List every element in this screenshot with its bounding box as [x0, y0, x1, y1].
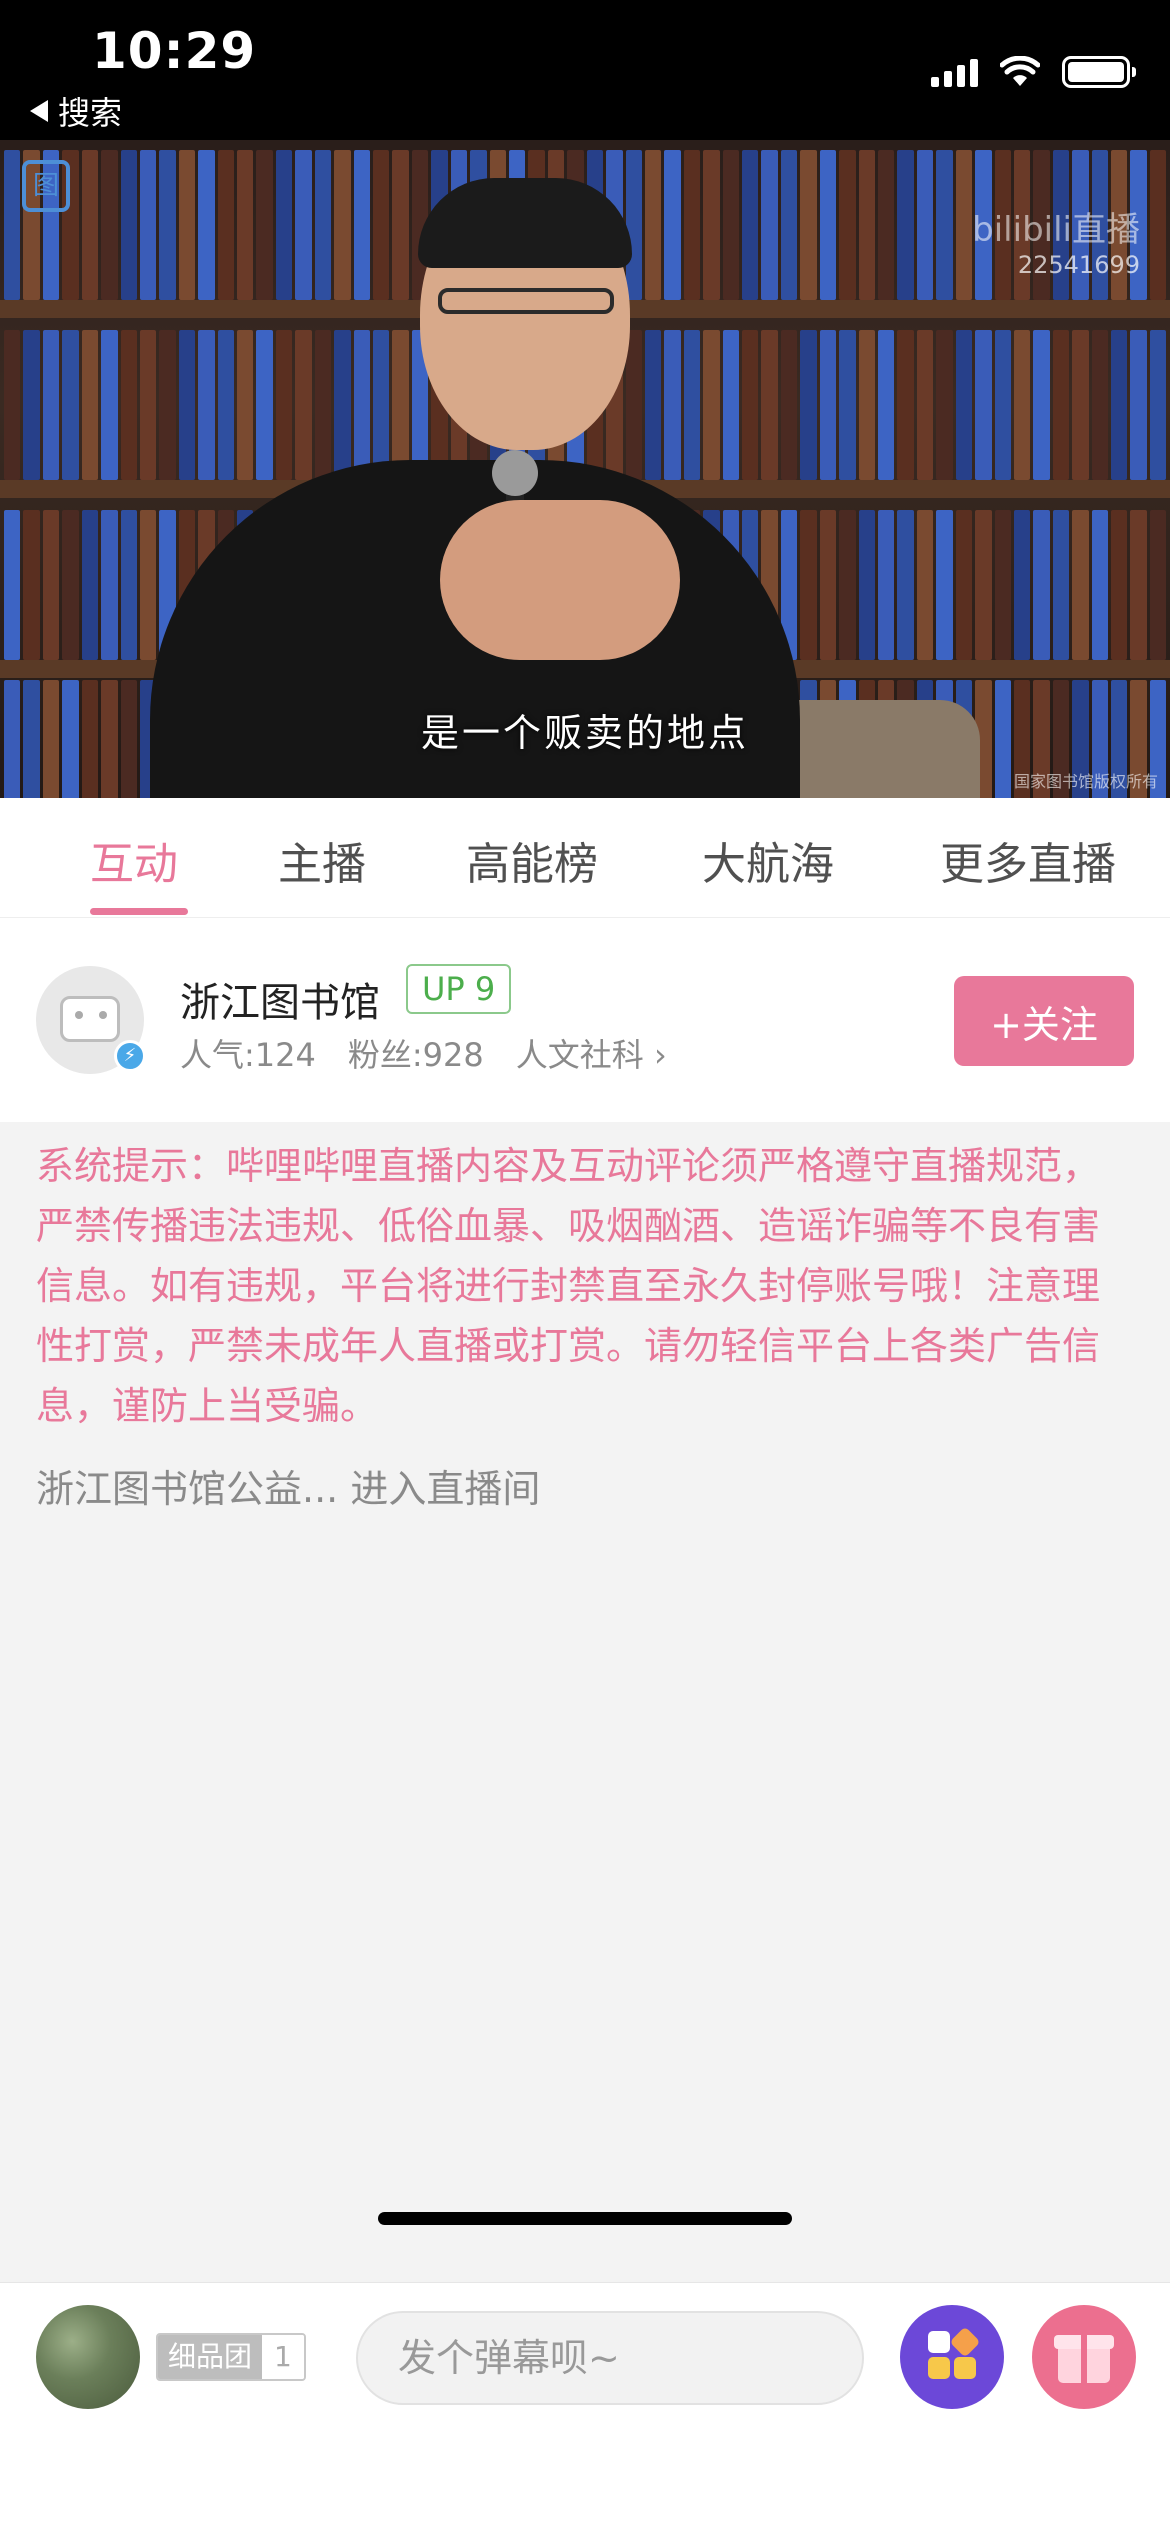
fan-medal-badge[interactable]: 细品团 1 — [156, 2333, 306, 2381]
fans-count: 粉丝:928 — [347, 1036, 484, 1074]
user-avatar[interactable] — [36, 2305, 140, 2409]
streamer-avatar[interactable]: ⚡ — [36, 966, 146, 1074]
chat-area[interactable]: 系统提示：哔哩哔哩直播内容及互动评论须严格遵守直播规范，严禁传播违法违规、低俗血… — [0, 1122, 1170, 2282]
tab-leaderboard[interactable]: 高能榜 — [466, 828, 598, 892]
streamer-name[interactable]: 浙江图书馆 — [180, 970, 380, 1028]
bilibili-live-watermark: bilibili直播 22541699 — [972, 202, 1140, 279]
live-video-player[interactable]: 图 bilibili直播 22541699 是一个贩卖的地点 国家图书馆版权所有 — [0, 140, 1170, 798]
speaker-hands — [440, 500, 680, 660]
enter-room-message: 浙江图书馆公益... 进入直播间 — [36, 1467, 541, 1511]
tab-interaction[interactable]: 互动 — [90, 828, 178, 892]
speaker-glasses — [438, 288, 614, 314]
video-credit: 国家图书馆版权所有 — [1013, 772, 1158, 791]
bottom-input-bar: 细品团 1 — [0, 2282, 1170, 2532]
category-link[interactable]: 人文社科 › — [516, 1030, 667, 1076]
chevron-right-icon: › — [653, 1036, 667, 1074]
tab-guard[interactable]: 大航海 — [702, 828, 834, 892]
category-label: 人文社科 — [515, 1036, 644, 1074]
back-arrow-icon — [30, 100, 48, 122]
video-subtitle: 是一个贩卖的地点 — [420, 711, 749, 755]
watermark-room-id: 22541699 — [1017, 251, 1140, 279]
popularity-count: 人气:124 — [180, 1036, 316, 1074]
tab-bar: 互动 主播 高能榜 大航海 更多直播 — [0, 798, 1170, 918]
microphone-icon — [492, 450, 538, 496]
follow-button[interactable]: +关注 — [954, 976, 1134, 1066]
status-icons — [931, 56, 1136, 88]
status-time: 10:29 — [92, 22, 257, 80]
danmaku-input[interactable] — [356, 2311, 864, 2405]
speaker-hair — [418, 178, 632, 268]
streamer-stats: 人气:124 粉丝:928 人文社科 › — [180, 1030, 667, 1076]
home-indicator[interactable] — [378, 2212, 792, 2225]
active-tab-indicator — [90, 908, 188, 915]
bilibili-tv-icon — [60, 996, 120, 1042]
battery-icon — [1062, 56, 1136, 88]
tab-streamer[interactable]: 主播 — [278, 828, 366, 892]
back-label: 搜索 — [58, 94, 123, 132]
tab-more-live[interactable]: 更多直播 — [940, 828, 1116, 892]
wifi-icon — [1000, 56, 1040, 86]
gift-icon[interactable] — [1032, 2305, 1136, 2409]
status-bar: 10:29 搜索 — [0, 0, 1170, 140]
system-notice: 系统提示：哔哩哔哩直播内容及互动评论须严格遵守直播规范，严禁传播违法违规、低俗血… — [36, 1144, 1101, 1428]
streamer-info: ⚡ 浙江图书馆 UP 9 人气:124 粉丝:928 人文社科 › +关注 — [0, 918, 1170, 1122]
verified-lightning-icon: ⚡ — [114, 1040, 146, 1072]
watermark-brand: bilibili直播 — [972, 210, 1140, 250]
up-level-badge: UP 9 — [406, 964, 512, 1014]
back-to-search-button[interactable]: 搜索 — [30, 88, 122, 134]
fan-medal-level: 1 — [262, 2335, 304, 2379]
library-logo-icon: 图 — [22, 160, 70, 212]
interactive-play-icon[interactable] — [900, 2305, 1004, 2409]
fan-medal-name: 细品团 — [158, 2335, 263, 2379]
cellular-signal-icon — [931, 57, 978, 87]
